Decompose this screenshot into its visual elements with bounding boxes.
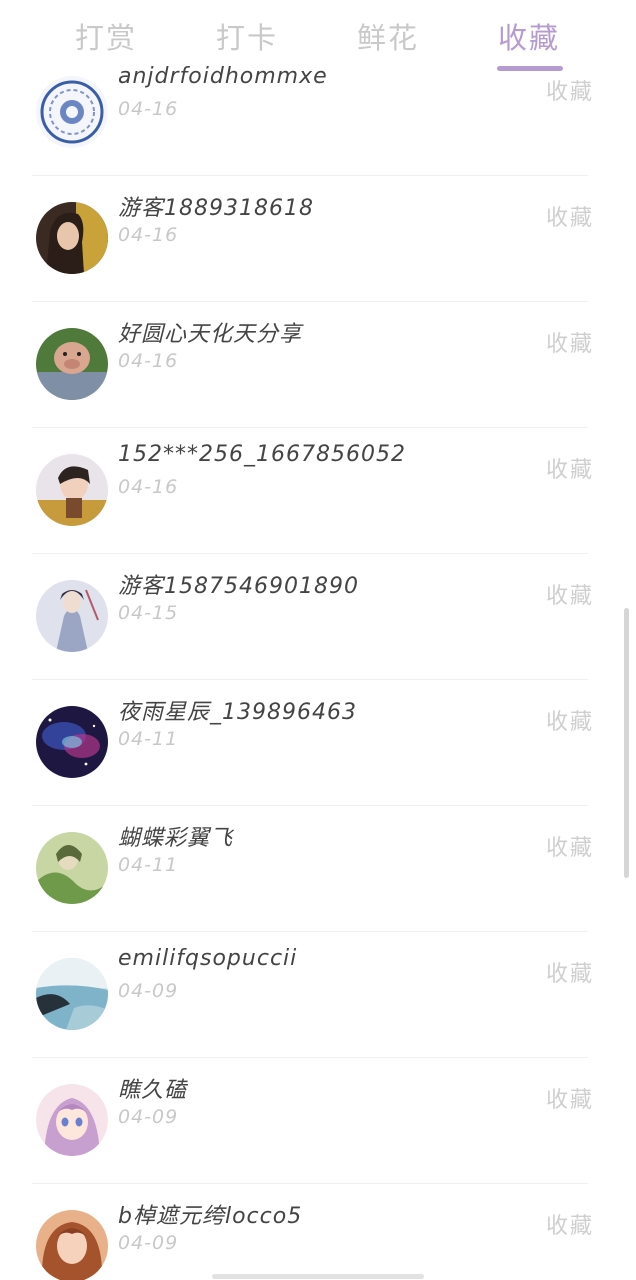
avatar[interactable] [36, 1084, 108, 1156]
anime-girl-avatar-icon [36, 1084, 108, 1156]
girl-photo-avatar-icon [36, 1210, 108, 1280]
favorite-label: 收藏 [546, 332, 595, 357]
favorite-date: 04-09 [118, 1232, 179, 1254]
list-item[interactable]: 瞧久磕 04-09 收藏 [0, 1058, 636, 1184]
avatar[interactable] [36, 706, 108, 778]
avatar[interactable] [36, 202, 108, 274]
favorite-date: 04-16 [118, 350, 179, 372]
avatar[interactable] [36, 328, 108, 400]
green-painting-avatar-icon [36, 832, 108, 904]
porcelain-plate-avatar-icon [36, 76, 108, 148]
favorite-label: 收藏 [546, 836, 595, 861]
woman-portrait-avatar-icon [36, 202, 108, 274]
lake-scenery-avatar-icon [36, 958, 108, 1030]
favorite-label: 收藏 [546, 584, 595, 609]
ink-painting-avatar-icon [36, 580, 108, 652]
scrollbar[interactable] [624, 608, 629, 878]
avatar[interactable] [36, 832, 108, 904]
favorite-label: 收藏 [546, 1214, 595, 1239]
favorite-label: 收藏 [546, 710, 595, 735]
list-item[interactable]: 蝴蝶彩翼飞 04-11 收藏 [0, 806, 636, 932]
favorite-date: 04-15 [118, 602, 179, 624]
favorite-label: 收藏 [546, 1088, 595, 1113]
user-name: 好圆心天化天分享 [118, 322, 303, 347]
list-item[interactable]: b棹遮元绔locco5 04-09 收藏 [0, 1184, 636, 1280]
favorite-date: 04-11 [118, 854, 179, 876]
list-item[interactable]: 好圆心天化天分享 04-16 收藏 [0, 302, 636, 428]
child-portrait-avatar-icon [36, 454, 108, 526]
avatar[interactable] [36, 76, 108, 148]
favorite-date: 04-09 [118, 1106, 179, 1128]
user-name: 蝴蝶彩翼飞 [118, 826, 234, 851]
user-name: 游客1889318618 [118, 196, 314, 221]
favorite-label: 收藏 [546, 80, 595, 105]
user-name: 夜雨星辰_139896463 [118, 700, 357, 725]
list-item[interactable]: 游客1587546901890 04-15 收藏 [0, 554, 636, 680]
user-name: anjdrfoidhommxe [118, 64, 328, 89]
pig-figure-avatar-icon [36, 328, 108, 400]
list-item[interactable]: emilifqsopuccii 04-09 收藏 [0, 932, 636, 1058]
favorite-label: 收藏 [546, 206, 595, 231]
user-name: 152***256_1667856052 [118, 442, 406, 467]
list-item[interactable]: 夜雨星辰_139896463 04-11 收藏 [0, 680, 636, 806]
screen: 打赏 打卡 鲜花 收藏 anjdrfoidhommxe 04-16 收藏 游客1… [0, 0, 636, 1280]
favorite-date: 04-16 [118, 98, 179, 120]
user-name: 游客1587546901890 [118, 574, 359, 599]
user-name: 瞧久磕 [118, 1078, 188, 1103]
avatar[interactable] [36, 958, 108, 1030]
list-item[interactable]: anjdrfoidhommxe 04-16 收藏 [0, 50, 636, 176]
favorite-date: 04-16 [118, 476, 179, 498]
list-item[interactable]: 游客1889318618 04-16 收藏 [0, 176, 636, 302]
favorite-label: 收藏 [546, 962, 595, 987]
list-item[interactable]: 152***256_1667856052 04-16 收藏 [0, 428, 636, 554]
favorite-date: 04-11 [118, 728, 179, 750]
favorite-date: 04-09 [118, 980, 179, 1002]
favorite-label: 收藏 [546, 458, 595, 483]
favorite-date: 04-16 [118, 224, 179, 246]
galaxy-avatar-icon [36, 706, 108, 778]
user-name: b棹遮元绔locco5 [118, 1204, 303, 1229]
home-indicator[interactable] [212, 1274, 424, 1279]
avatar[interactable] [36, 1210, 108, 1280]
user-name: emilifqsopuccii [118, 946, 298, 971]
avatar[interactable] [36, 580, 108, 652]
avatar[interactable] [36, 454, 108, 526]
